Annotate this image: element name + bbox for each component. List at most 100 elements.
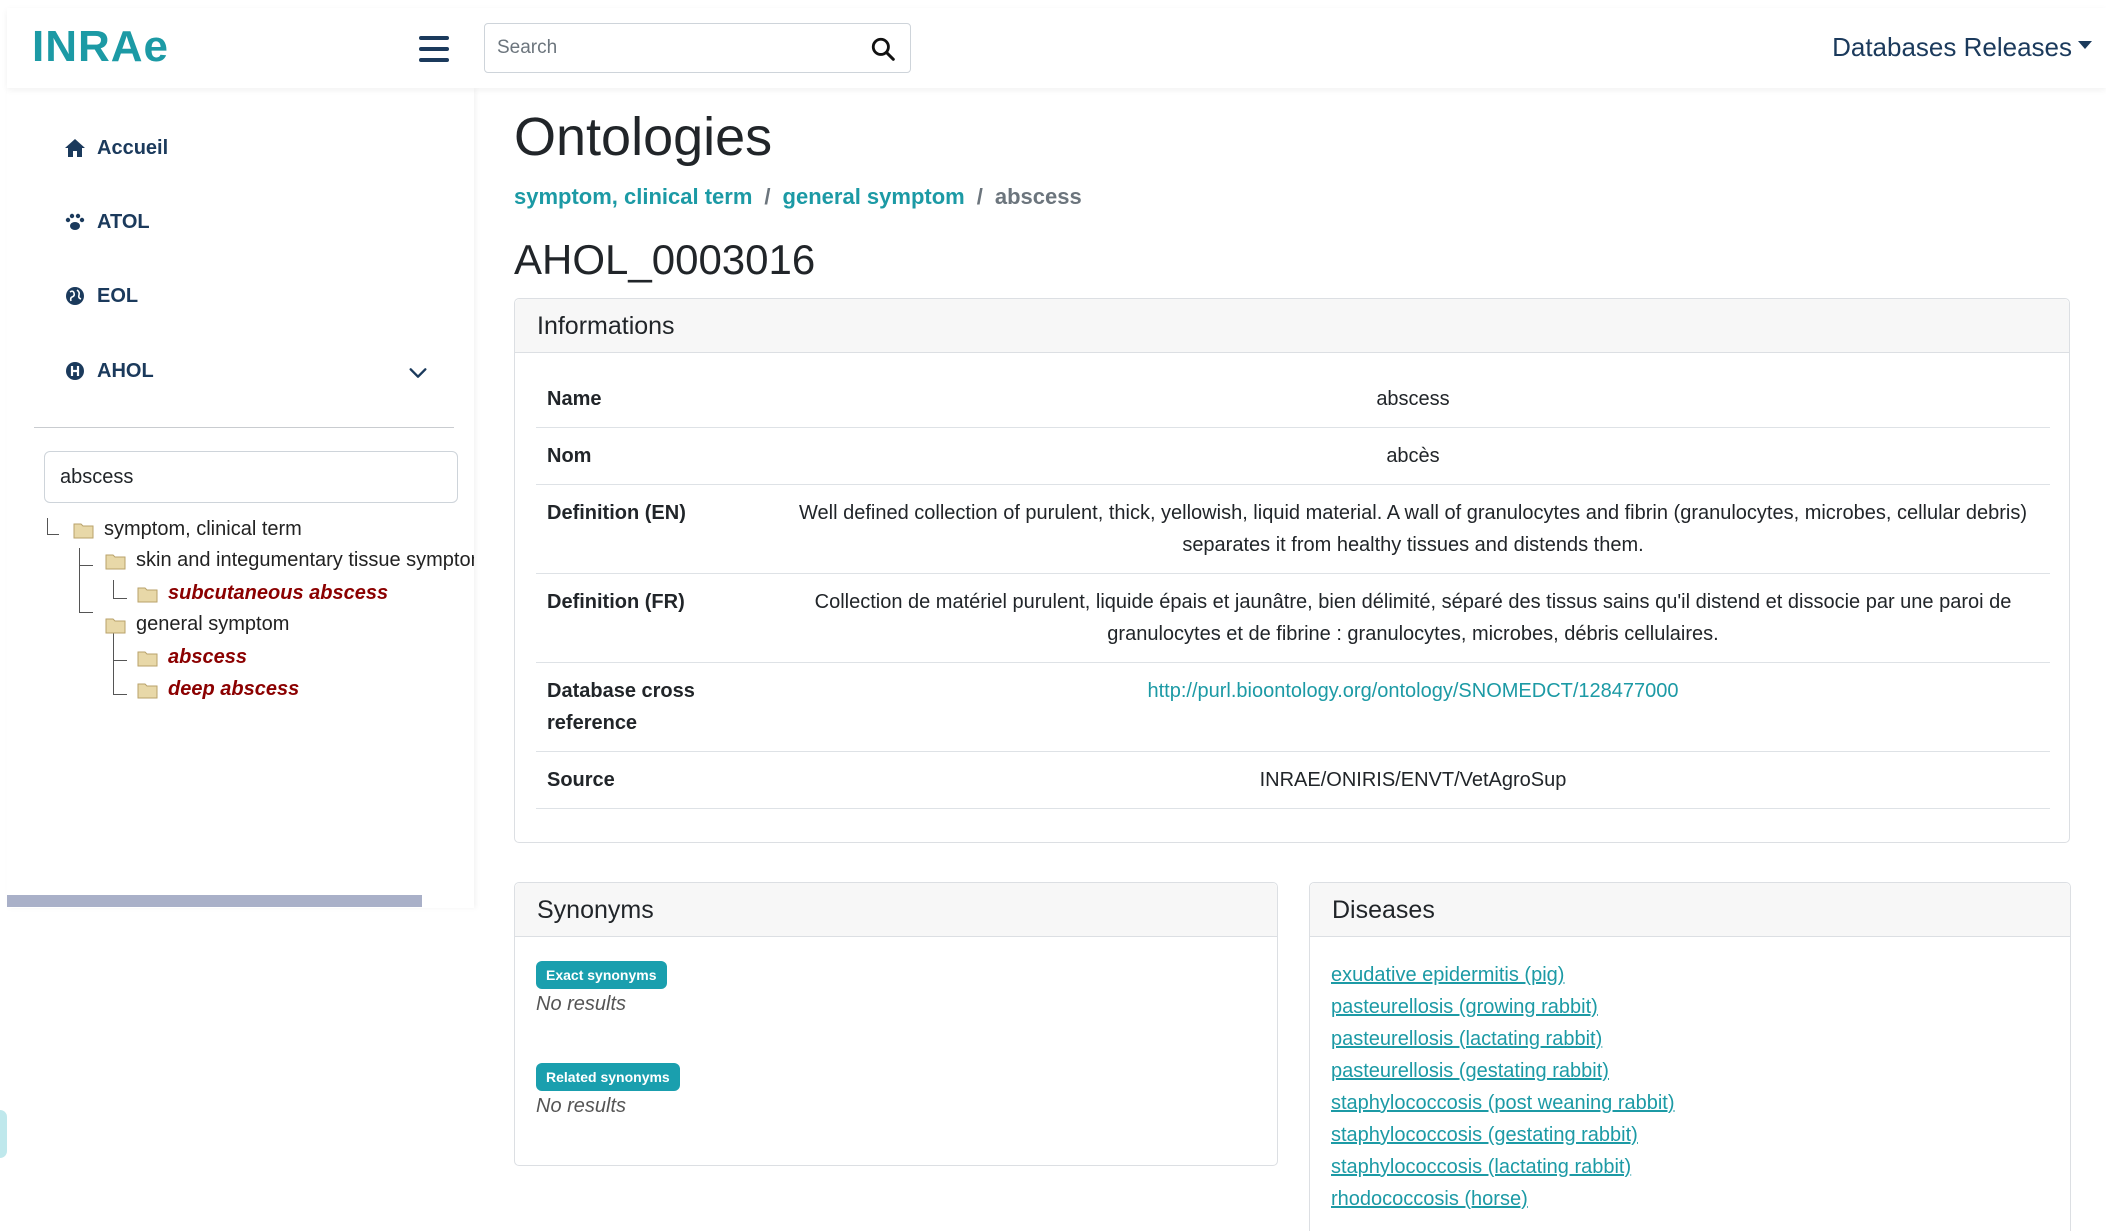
h-circle-icon xyxy=(66,362,84,380)
menu-toggle-button[interactable] xyxy=(417,36,451,66)
exact-synonyms-badge: Exact synonyms xyxy=(536,961,667,989)
tree-node[interactable]: symptom, clinical term xyxy=(73,518,302,541)
ontology-tree: symptom, clinical term skin and integume… xyxy=(7,518,474,768)
tree-node[interactable]: skin and integumentary tissue symptom xyxy=(105,549,474,572)
disease-link[interactable]: pasteurellosis (lactating rabbit) xyxy=(1331,1028,1602,1050)
table-row: Definition (EN) Well defined collection … xyxy=(536,484,2050,574)
list-item: staphylococcosis (post weaning rabbit) xyxy=(1331,1087,1675,1119)
related-synonyms-badge: Related synonyms xyxy=(536,1063,680,1091)
paw-icon xyxy=(65,213,85,230)
top-navbar: INRAe Databases Releases xyxy=(7,8,2106,88)
folder-icon xyxy=(73,523,94,538)
list-item: staphylococcosis (lactating rabbit) xyxy=(1331,1151,1675,1183)
folder-icon xyxy=(137,651,158,666)
folder-icon xyxy=(137,587,158,602)
sidebar-item-atol[interactable]: ATOL xyxy=(63,210,150,234)
search-box xyxy=(484,23,911,73)
exact-synonyms-empty: No results xyxy=(536,993,627,1015)
list-item: pasteurellosis (gestating rabbit) xyxy=(1331,1055,1675,1087)
informations-header: Informations xyxy=(515,299,2069,353)
caret-down-icon xyxy=(2078,40,2092,49)
app-window: INRAe Databases Releases Accueil xyxy=(0,0,2106,1231)
table-row: Nom abcès xyxy=(536,427,2050,485)
related-synonyms-empty: No results xyxy=(536,1095,627,1117)
informations-card: Informations Name abscess Nom abcès Defi… xyxy=(514,298,2070,843)
disease-link[interactable]: staphylococcosis (gestating rabbit) xyxy=(1331,1124,1638,1146)
disease-link[interactable]: pasteurellosis (gestating rabbit) xyxy=(1331,1060,1609,1082)
diseases-list: exudative epidermitis (pig) pasteurellos… xyxy=(1331,959,1675,1215)
disease-link[interactable]: exudative epidermitis (pig) xyxy=(1331,964,1564,986)
page-title: Ontologies xyxy=(514,107,773,167)
breadcrumb-link[interactable]: general symptom xyxy=(783,184,965,210)
home-icon xyxy=(65,139,85,157)
breadcrumb: symptom, clinical term / general symptom… xyxy=(514,184,1082,210)
info-key: Database cross reference xyxy=(536,662,776,752)
list-item: pasteurellosis (growing rabbit) xyxy=(1331,991,1675,1023)
tree-node-label: general symptom xyxy=(136,613,290,635)
diseases-card: Diseases exudative epidermitis (pig) pas… xyxy=(1309,882,2071,1231)
info-key: Name xyxy=(536,371,776,428)
breadcrumb-link[interactable]: symptom, clinical term xyxy=(514,184,752,210)
list-item: exudative epidermitis (pig) xyxy=(1331,959,1675,991)
tree-node[interactable]: general symptom xyxy=(105,613,289,636)
databases-releases-dropdown[interactable]: Databases Releases xyxy=(1832,32,2092,63)
term-id: AHOL_0003016 xyxy=(514,236,816,283)
search-icon[interactable] xyxy=(870,36,896,62)
sidebar-horizontal-scrollbar[interactable] xyxy=(7,895,422,907)
info-value: abscess xyxy=(776,371,2050,428)
list-item: staphylococcosis (gestating rabbit) xyxy=(1331,1119,1675,1151)
disease-link[interactable]: staphylococcosis (post weaning rabbit) xyxy=(1331,1092,1675,1114)
sidebar-divider xyxy=(34,427,454,428)
info-key: Definition (FR) xyxy=(536,573,776,663)
sidebar-item-label: AHOL xyxy=(97,359,154,382)
info-value: abcès xyxy=(776,427,2050,485)
tree-node-label: deep abscess xyxy=(168,678,300,700)
sidebar-item-accueil[interactable]: Accueil xyxy=(63,136,168,160)
hamburger-icon xyxy=(419,36,449,40)
disease-link[interactable]: pasteurellosis (growing rabbit) xyxy=(1331,996,1598,1018)
list-item: rhodococcosis (horse) xyxy=(1331,1183,1675,1215)
disease-link[interactable]: staphylococcosis (lactating rabbit) xyxy=(1331,1156,1631,1178)
tree-node-match[interactable]: deep abscess xyxy=(137,678,299,701)
folder-icon xyxy=(137,683,158,698)
info-value: Well defined collection of purulent, thi… xyxy=(776,484,2050,574)
info-value-cell: http://purl.bioontology.org/ontology/SNO… xyxy=(776,662,2050,752)
databases-releases-label: Databases Releases xyxy=(1832,32,2072,62)
inrae-logo[interactable]: INRAe xyxy=(32,22,169,72)
diseases-header: Diseases xyxy=(1310,883,2070,937)
info-value: INRAE/ONIRIS/ENVT/VetAgroSup xyxy=(776,751,2050,809)
synonyms-header: Synonyms xyxy=(515,883,1277,937)
sidebar-item-label: ATOL xyxy=(97,210,150,233)
info-value: Collection de matériel purulent, liquide… xyxy=(776,573,2050,663)
info-key: Source xyxy=(536,751,776,809)
edge-decoration xyxy=(0,1110,7,1158)
breadcrumb-separator: / xyxy=(764,184,771,209)
disease-link[interactable]: rhodococcosis (horse) xyxy=(1331,1188,1528,1210)
informations-table: Name abscess Nom abcès Definition (EN) W… xyxy=(536,371,2050,809)
folder-icon xyxy=(105,618,126,633)
breadcrumb-current: abscess xyxy=(994,184,1082,209)
tree-node-label: subcutaneous abscess xyxy=(168,582,389,604)
sidebar-item-eol[interactable]: EOL xyxy=(63,284,138,308)
search-input[interactable] xyxy=(485,24,855,72)
table-row: Definition (FR) Collection de matériel p… xyxy=(536,573,2050,663)
table-row: Database cross reference http://purl.bio… xyxy=(536,662,2050,752)
sidebar: Accueil ATOL EOL AHOL abscess symptom, c… xyxy=(7,88,474,908)
chevron-down-icon[interactable] xyxy=(407,362,429,384)
info-key: Nom xyxy=(536,427,776,485)
cross-reference-link[interactable]: http://purl.bioontology.org/ontology/SNO… xyxy=(1147,680,1678,702)
tree-node-label: symptom, clinical term xyxy=(104,518,302,540)
sidebar-item-label: Accueil xyxy=(97,136,169,159)
tree-node-match[interactable]: abscess xyxy=(137,646,247,669)
tree-node-label: abscess xyxy=(168,646,247,668)
globe-icon xyxy=(66,287,84,305)
table-row: Source INRAE/ONIRIS/ENVT/VetAgroSup xyxy=(536,751,2050,809)
tree-node-label: skin and integumentary tissue symptom xyxy=(136,549,474,571)
breadcrumb-separator: / xyxy=(976,184,983,209)
sidebar-item-label: EOL xyxy=(97,284,139,307)
sidebar-item-ahol[interactable]: AHOL xyxy=(63,359,154,383)
synonyms-card: Synonyms Exact synonyms No results Relat… xyxy=(514,882,1278,1166)
tree-search-input[interactable] xyxy=(44,451,458,503)
tree-node-match[interactable]: subcutaneous abscess xyxy=(137,582,388,605)
table-row: Name abscess xyxy=(536,371,2050,428)
